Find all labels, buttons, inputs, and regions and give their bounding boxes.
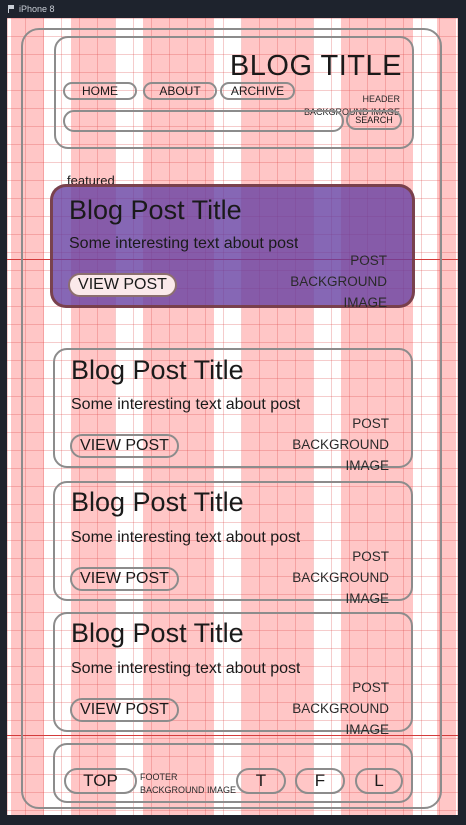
window-title: iPhone 8 — [19, 4, 55, 14]
post-title: Blog Post Title — [69, 195, 242, 225]
post-title: Blog Post Title — [71, 618, 244, 648]
post-excerpt: Some interesting text about post — [71, 529, 301, 546]
post-title: Blog Post Title — [71, 487, 244, 517]
post-background-note: POST BACKGROUND IMAGE — [290, 253, 387, 310]
post-background-note: POST BACKGROUND IMAGE — [292, 680, 389, 737]
nav-about-button[interactable]: ABOUT — [143, 82, 217, 100]
search-button[interactable]: SEARCH — [346, 110, 402, 130]
view-post-button[interactable]: VIEW POST — [70, 698, 179, 722]
post-background-note: POST BACKGROUND IMAGE — [292, 549, 389, 606]
artboard-flag-icon — [8, 5, 15, 13]
featured-post-card[interactable]: Blog Post Title Some interesting text ab… — [50, 184, 415, 310]
footer-background-note: FOOTER BACKGROUND IMAGE — [140, 772, 237, 795]
post-excerpt: Some interesting text about post — [71, 396, 301, 413]
post-card[interactable]: Blog Post Title Some interesting text ab… — [53, 612, 413, 737]
view-post-button[interactable]: VIEW POST — [70, 567, 179, 591]
view-post-button[interactable]: VIEW POST — [68, 273, 177, 297]
post-background-note: POST BACKGROUND IMAGE — [292, 416, 389, 473]
facebook-button[interactable]: F — [295, 768, 345, 794]
back-to-top-button[interactable]: TOP — [64, 768, 137, 794]
artboard: BLOG TITLE HEADER BACKGROUND IMAGE HOME … — [7, 18, 458, 815]
search-input[interactable] — [63, 110, 344, 132]
post-card[interactable]: Blog Post Title Some interesting text ab… — [53, 481, 413, 606]
linkedin-button[interactable]: L — [355, 768, 403, 794]
post-excerpt: Some interesting text about post — [69, 235, 299, 252]
twitter-button[interactable]: T — [236, 768, 286, 794]
nav-home-button[interactable]: HOME — [63, 82, 137, 100]
window-title-bar: iPhone 8 — [0, 0, 466, 18]
site-title: BLOG TITLE — [229, 50, 402, 82]
post-card[interactable]: Blog Post Title Some interesting text ab… — [53, 348, 413, 473]
post-title: Blog Post Title — [71, 355, 244, 385]
footer: TOP FOOTER BACKGROUND IMAGE T F L — [53, 743, 413, 803]
post-excerpt: Some interesting text about post — [71, 660, 301, 677]
header: BLOG TITLE HEADER BACKGROUND IMAGE HOME … — [54, 36, 414, 149]
view-post-button[interactable]: VIEW POST — [70, 434, 179, 458]
nav-archive-button[interactable]: ARCHIVE — [220, 82, 295, 100]
